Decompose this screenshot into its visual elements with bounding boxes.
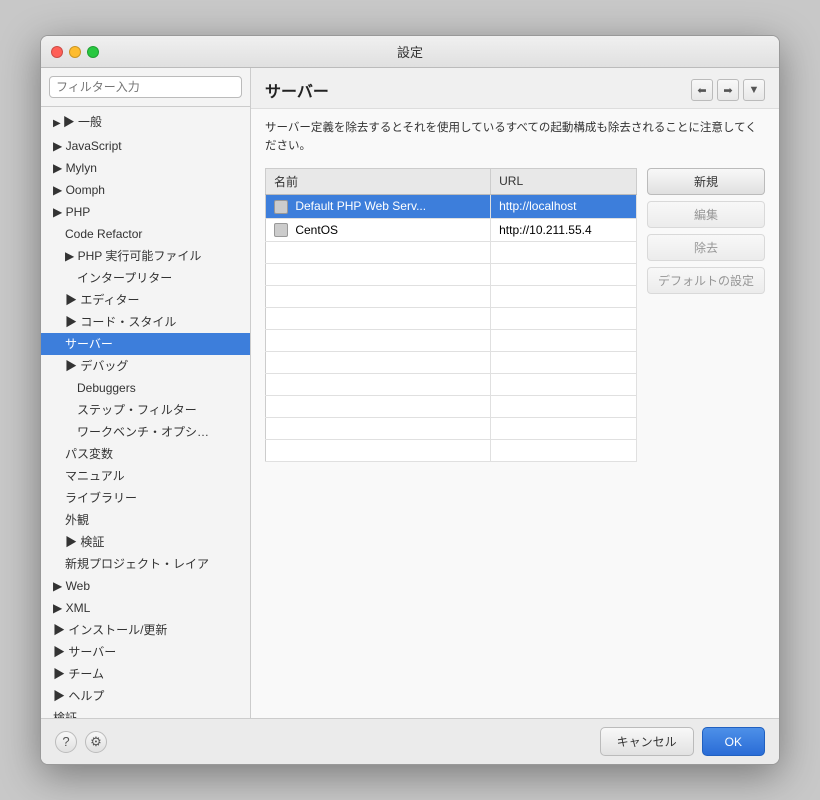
tree-list: ▶▶ 一般 ▶ JavaScript ▶ Mylyn ▶ Oomph ▶ PHP… [41, 107, 250, 718]
panel-body: サーバー定義を除去するとそれを使用しているすべての起動構成も除去されることに注意… [251, 109, 779, 718]
sidebar-item-validation2[interactable]: 検証 [41, 707, 250, 718]
sidebar-item-php[interactable]: ▶ PHP [41, 201, 250, 223]
sidebar-item-mylyn[interactable]: ▶ Mylyn [41, 157, 250, 179]
sidebar-item-debug[interactable]: ▶ デバッグ [41, 355, 250, 377]
sidebar-item-server-root[interactable]: ▶ サーバー [41, 641, 250, 663]
table-row-empty [266, 440, 637, 462]
bottom-right-controls: キャンセル OK [600, 727, 765, 756]
sidebar: ▶▶ 一般 ▶ JavaScript ▶ Mylyn ▶ Oomph ▶ PHP… [41, 68, 251, 718]
ok-button[interactable]: OK [702, 727, 765, 756]
bottom-bar: ? ⚙ キャンセル OK [41, 718, 779, 764]
sidebar-item-manual[interactable]: マニュアル [41, 465, 250, 487]
forward-button[interactable]: ➡ [717, 79, 739, 101]
window-controls [51, 46, 99, 58]
sidebar-item-path-var[interactable]: パス変数 [41, 443, 250, 465]
chevron-down-icon: ▼ [749, 84, 760, 96]
sidebar-item-interpreter[interactable]: インタープリター [41, 267, 250, 289]
sidebar-item-debuggers[interactable]: Debuggers [41, 377, 250, 399]
sidebar-item-javascript[interactable]: ▶ JavaScript [41, 135, 250, 157]
sidebar-item-code-style[interactable]: ▶ コード・スタイル [41, 311, 250, 333]
server-icon [274, 200, 288, 214]
dropdown-button[interactable]: ▼ [743, 79, 765, 101]
filter-input[interactable] [49, 76, 242, 98]
settings-window: 設定 ▶▶ 一般 ▶ JavaScript ▶ Mylyn ▶ Oomph ▶ … [40, 35, 780, 765]
server-name-cell: CentOS [266, 218, 491, 242]
table-row-empty [266, 242, 637, 264]
col-name-header: 名前 [266, 168, 491, 194]
table-wrapper: 名前 URL Default PHP Web Serv... [265, 168, 637, 463]
sidebar-item-php-executable[interactable]: ▶ PHP 実行可能ファイル [41, 245, 250, 267]
sidebar-item-workbench[interactable]: ワークベンチ・オプシ… [41, 421, 250, 443]
sidebar-item-code-refactor[interactable]: Code Refactor [41, 223, 250, 245]
window-title: 設定 [397, 42, 423, 61]
sidebar-item-xml[interactable]: ▶ XML [41, 597, 250, 619]
server-name-cell: Default PHP Web Serv... [266, 194, 491, 218]
question-icon: ? [62, 734, 69, 749]
sidebar-item-install-update[interactable]: ▶ インストール/更新 [41, 619, 250, 641]
sidebar-item-validation[interactable]: ▶ 検証 [41, 531, 250, 553]
table-row-empty [266, 286, 637, 308]
cancel-button[interactable]: キャンセル [600, 727, 694, 756]
side-buttons: 新規 編集 除去 デフォルトの設定 [647, 168, 765, 463]
table-row-empty [266, 418, 637, 440]
sidebar-item-editor[interactable]: ▶ エディター [41, 289, 250, 311]
description-text: サーバー定義を除去するとそれを使用しているすべての起動構成も除去されることに注意… [265, 119, 765, 156]
sidebar-item-web[interactable]: ▶ Web [41, 575, 250, 597]
sidebar-item-team[interactable]: ▶ チーム [41, 663, 250, 685]
table-row-empty [266, 396, 637, 418]
sidebar-item-help[interactable]: ▶ ヘルプ [41, 685, 250, 707]
help-button[interactable]: ? [55, 731, 77, 753]
filter-container [41, 68, 250, 107]
settings-button[interactable]: ⚙ [85, 731, 107, 753]
sidebar-item-appearance[interactable]: 外観 [41, 509, 250, 531]
table-row-empty [266, 374, 637, 396]
server-table: 名前 URL Default PHP Web Serv... [265, 168, 637, 463]
bottom-left-controls: ? ⚙ [55, 731, 107, 753]
sidebar-item-library[interactable]: ライブラリー [41, 487, 250, 509]
close-button[interactable] [51, 46, 63, 58]
panel-header: サーバー ⬅ ➡ ▼ [251, 68, 779, 109]
back-icon: ⬅ [697, 84, 706, 97]
forward-icon: ➡ [723, 84, 732, 97]
server-url-cell: http://10.211.55.4 [491, 218, 637, 242]
delete-button[interactable]: 除去 [647, 234, 765, 261]
table-row-empty [266, 352, 637, 374]
table-row-empty [266, 330, 637, 352]
gear-icon: ⚙ [90, 734, 102, 750]
sidebar-item-general[interactable]: ▶▶ 一般 [41, 111, 250, 135]
col-url-header: URL [491, 168, 637, 194]
default-button[interactable]: デフォルトの設定 [647, 267, 765, 294]
new-button[interactable]: 新規 [647, 168, 765, 195]
sidebar-item-server[interactable]: サーバー [41, 333, 250, 355]
sidebar-item-new-project[interactable]: 新規プロジェクト・レイア [41, 553, 250, 575]
table-and-buttons: 名前 URL Default PHP Web Serv... [265, 168, 765, 463]
table-row[interactable]: CentOS http://10.211.55.4 [266, 218, 637, 242]
panel-toolbar: ⬅ ➡ ▼ [691, 79, 765, 101]
panel-title: サーバー [265, 78, 329, 102]
content-area: ▶▶ 一般 ▶ JavaScript ▶ Mylyn ▶ Oomph ▶ PHP… [41, 68, 779, 718]
titlebar: 設定 [41, 36, 779, 68]
server-url-cell: http://localhost [491, 194, 637, 218]
table-row-empty [266, 308, 637, 330]
minimize-button[interactable] [69, 46, 81, 58]
sidebar-item-step-filter[interactable]: ステップ・フィルター [41, 399, 250, 421]
maximize-button[interactable] [87, 46, 99, 58]
table-row[interactable]: Default PHP Web Serv... http://localhost [266, 194, 637, 218]
main-panel: サーバー ⬅ ➡ ▼ サーバー定義を除去するとそれを使用しているすべての起動構成… [251, 68, 779, 718]
server-icon [274, 223, 288, 237]
back-button[interactable]: ⬅ [691, 79, 713, 101]
sidebar-item-oomph[interactable]: ▶ Oomph [41, 179, 250, 201]
table-row-empty [266, 264, 637, 286]
edit-button[interactable]: 編集 [647, 201, 765, 228]
